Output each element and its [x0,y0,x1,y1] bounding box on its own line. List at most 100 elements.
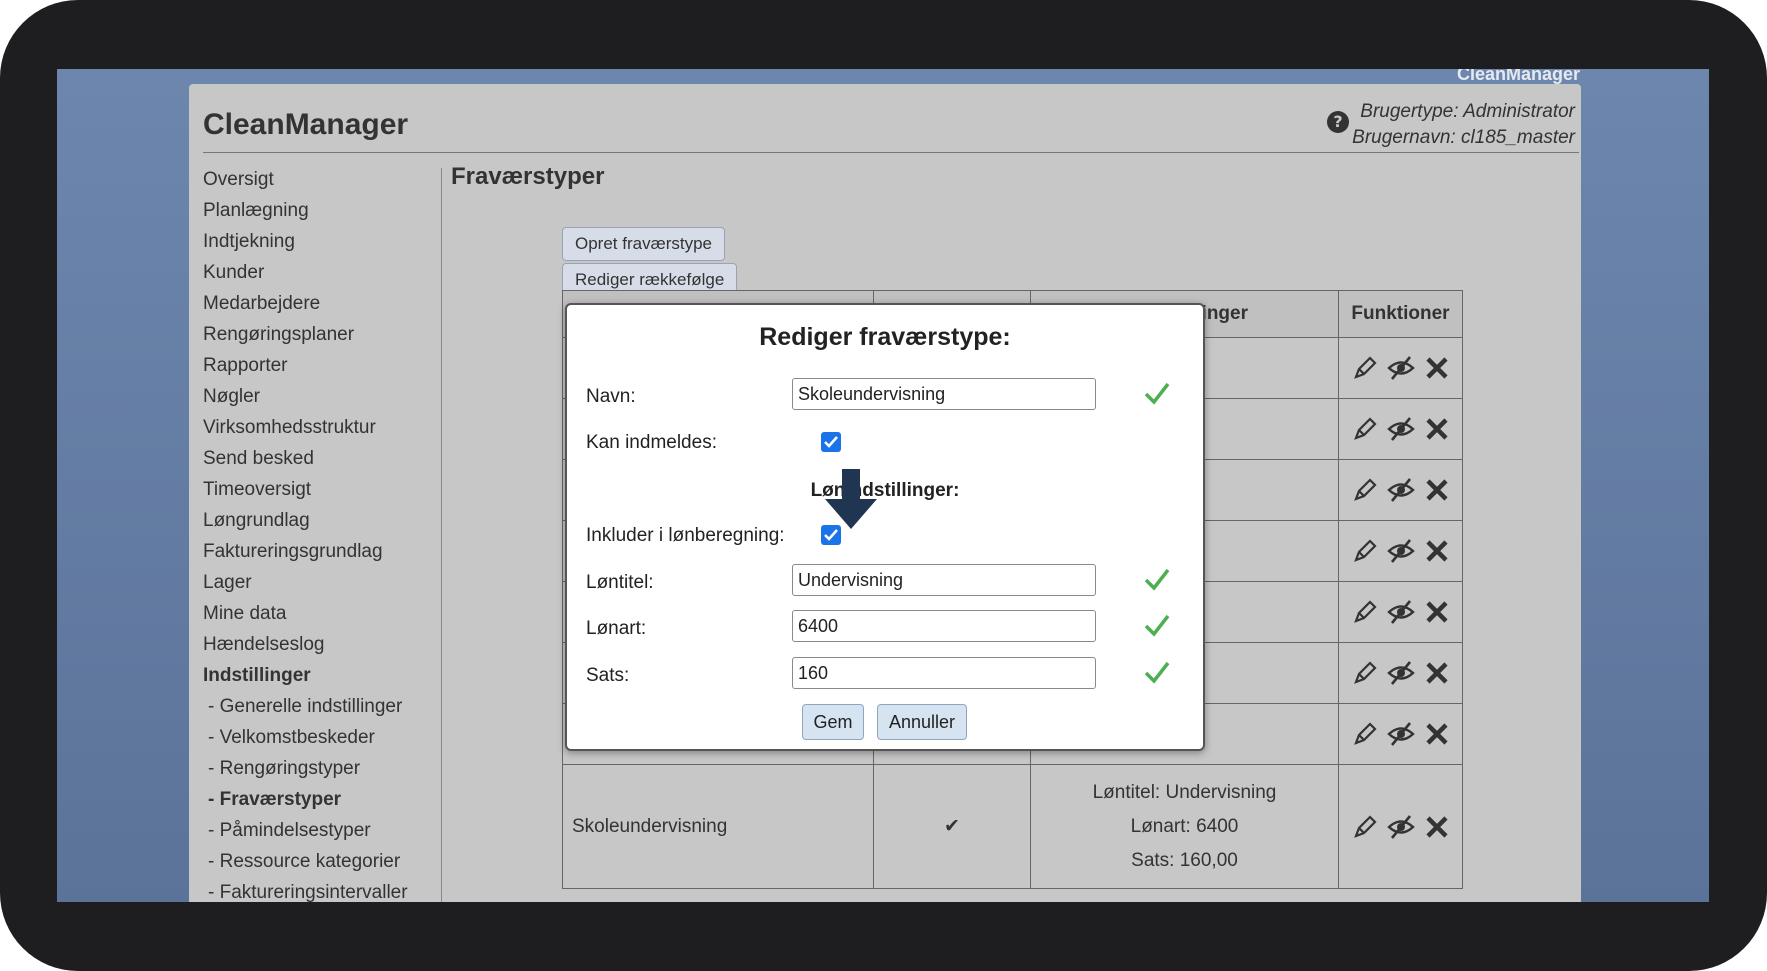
sidebar-item-loengrundlag[interactable]: Løngrundlag [203,505,443,536]
sidebar-item-rapporter[interactable]: Rapporter [203,350,443,381]
hide-icon[interactable] [1386,659,1415,687]
salary-section-title: Lønindstillinger: [810,480,960,501]
row-actions [1340,415,1461,443]
delete-icon[interactable] [1423,659,1451,687]
row-actions [1340,354,1461,382]
hide-icon[interactable] [1386,720,1415,748]
hide-icon[interactable] [1386,813,1415,841]
loentitel-label: Løntitel: [586,572,654,593]
sidebar-item-haendelseslog[interactable]: Hændelseslog [203,629,443,660]
checkbox-check-icon [824,529,838,541]
loentitel-input[interactable] [792,564,1096,596]
sidebar-item-indtjekning[interactable]: Indtjekning [203,226,443,257]
user-info: Brugertype: Administrator Brugernavn: cl… [1352,99,1575,151]
sidebar-item-kunder[interactable]: Kunder [203,257,443,288]
valid-check-icon [1144,614,1170,637]
sats-label: Sats: [586,665,630,686]
edit-icon[interactable] [1351,354,1379,382]
brand-top: CleanManager [1456,69,1580,84]
edit-icon[interactable] [1351,476,1379,504]
sidebar-item-oversigt[interactable]: Oversigt [203,164,443,195]
sidebar-sub-fakturering[interactable]: - Faktureringsintervaller [203,877,443,902]
edit-icon[interactable] [1351,659,1379,687]
hide-icon[interactable] [1386,598,1415,626]
cell-sats: Sats: 160,00 [1131,849,1238,871]
sidebar-item-virksomhedsstruktur[interactable]: Virksomhedsstruktur [203,412,443,443]
row-actions [1340,598,1461,626]
valid-check-icon [1144,568,1170,591]
loenart-label: Lønart: [586,618,647,639]
modal-title: Rediger fraværstype: [759,323,1011,351]
hide-icon[interactable] [1386,476,1415,504]
name-label: Navn: [586,386,636,407]
sidebar-item-mine-data[interactable]: Mine data [203,598,443,629]
hide-icon[interactable] [1386,354,1415,382]
name-input[interactable] [792,378,1096,410]
sidebar-sub-paamindelse[interactable]: - Påmindelsestyper [203,815,443,846]
row-actions [1340,476,1461,504]
arrow-down-icon [825,469,877,529]
edit-icon[interactable] [1351,813,1379,841]
valid-check-icon [1144,661,1170,684]
sidebar-item-rengoeringsplaner[interactable]: Rengøringsplaner [203,319,443,350]
hide-icon[interactable] [1386,415,1415,443]
create-absence-type-button[interactable]: Opret fraværstype [562,227,725,261]
delete-icon[interactable] [1423,720,1451,748]
sidebar-sub-rengoeringstyper[interactable]: - Rengøringstyper [203,753,443,784]
page-title: Fraværstyper [451,163,605,190]
valid-check-icon [1144,382,1170,405]
sidebar-section-indstillinger[interactable]: Indstillinger [203,660,443,691]
device-frame: CleanManager CleanManager ? Brugertype: … [0,0,1767,971]
cell-check: ✔ [873,764,1031,889]
header-divider [203,152,1579,153]
user-name: Brugernavn: cl185_master [1352,127,1575,148]
loenart-input[interactable] [792,610,1096,642]
sidebar-item-timeoversigt[interactable]: Timeoversigt [203,474,443,505]
sats-input[interactable] [792,657,1096,689]
sidebar-divider [441,168,442,902]
checkbox-check-icon [824,436,838,448]
delete-icon[interactable] [1423,537,1451,565]
sidebar: Oversigt Planlægning Indtjekning Kunder … [203,164,443,902]
sidebar-item-lager[interactable]: Lager [203,567,443,598]
app-title: CleanManager [203,108,409,141]
sidebar-item-faktureringsgrundlag[interactable]: Faktureringsgrundlag [203,536,443,567]
delete-icon[interactable] [1423,598,1451,626]
sidebar-item-planlaegning[interactable]: Planlægning [203,195,443,226]
cell-name: Skoleundervisning [562,764,874,889]
row-actions [1340,720,1461,748]
row-actions [1340,813,1461,841]
sidebar-item-send-besked[interactable]: Send besked [203,443,443,474]
delete-icon[interactable] [1423,415,1451,443]
header-functions: Funktioner [1338,290,1463,338]
include-salary-label: Inkluder i lønberegning: [586,525,785,546]
edit-absence-type-modal: Rediger fraværstype: Navn: Kan indmeldes… [565,303,1205,751]
edit-icon[interactable] [1351,415,1379,443]
delete-icon[interactable] [1423,813,1451,841]
row-actions [1340,659,1461,687]
cell-salary-settings: Løntitel: Undervisning Lønart: 6400 Sats… [1030,764,1339,889]
can-report-checkbox[interactable] [821,432,841,452]
help-icon[interactable]: ? [1327,111,1349,133]
row-actions [1340,537,1461,565]
sidebar-item-noegler[interactable]: Nøgler [203,381,443,412]
save-button[interactable]: Gem [802,704,864,740]
delete-icon[interactable] [1423,354,1451,382]
sidebar-sub-generelle[interactable]: - Generelle indstillinger [203,691,443,722]
delete-icon[interactable] [1423,476,1451,504]
cell-loenart: Lønart: 6400 [1130,815,1239,837]
table-row: Skoleundervisning ✔ Løntitel: Undervisni… [562,764,1463,889]
user-type: Brugertype: Administrator [1360,101,1575,122]
can-report-label: Kan indmeldes: [586,432,717,453]
cancel-button[interactable]: Annuller [877,704,967,740]
edit-icon[interactable] [1351,537,1379,565]
edit-icon[interactable] [1351,598,1379,626]
sidebar-sub-ressource[interactable]: - Ressource kategorier [203,846,443,877]
cell-loentitel: Løntitel: Undervisning [1092,781,1277,803]
sidebar-item-medarbejdere[interactable]: Medarbejdere [203,288,443,319]
sidebar-sub-fravaerstyper[interactable]: - Fraværstyper [203,784,443,815]
sidebar-sub-velkomst[interactable]: - Velkomstbeskeder [203,722,443,753]
include-salary-checkbox[interactable] [821,525,841,545]
edit-icon[interactable] [1351,720,1379,748]
hide-icon[interactable] [1386,537,1415,565]
